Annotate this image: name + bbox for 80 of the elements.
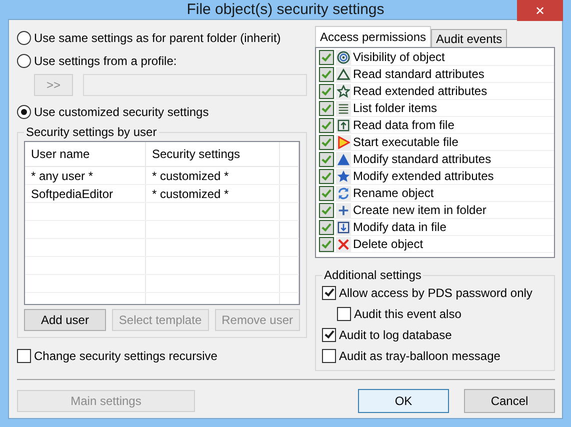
- profile-field[interactable]: [83, 74, 307, 96]
- permission-item[interactable]: Modify standard attributes: [319, 151, 554, 168]
- checkbox[interactable]: [322, 328, 336, 342]
- list-icon: [337, 102, 350, 114]
- permission-label: Read data from file: [353, 118, 454, 132]
- dialog-button[interactable]: OK: [358, 389, 449, 413]
- checkbox[interactable]: [319, 168, 334, 184]
- checkbox[interactable]: [319, 50, 334, 64]
- radio-button[interactable]: [17, 104, 31, 118]
- checkbox[interactable]: [319, 152, 334, 166]
- triangle-icon: [337, 152, 350, 166]
- checkbox[interactable]: [319, 134, 334, 150]
- permission-item[interactable]: Visibility of object: [319, 49, 554, 66]
- radio-button[interactable]: [17, 54, 31, 68]
- radio-button[interactable]: [17, 30, 31, 44]
- table-cell: * customized *: [146, 185, 280, 202]
- checkbox-option[interactable]: Audit this event also: [322, 303, 548, 324]
- close-button[interactable]: ✕: [517, 0, 563, 21]
- play-icon: [337, 136, 350, 148]
- table-cell: * any user *: [25, 167, 146, 184]
- group-title: Additional settings: [323, 268, 422, 282]
- checkbox[interactable]: [319, 118, 334, 132]
- permission-label: Start executable file: [353, 135, 458, 149]
- permission-label: Read standard attributes: [353, 67, 484, 81]
- permission-label: Delete object: [353, 237, 424, 251]
- delete-icon: [337, 238, 350, 250]
- radio-option[interactable]: Use settings from a profile:: [17, 49, 307, 72]
- permission-item[interactable]: Modify data in file: [319, 219, 554, 236]
- radio-option[interactable]: Use customized security settings: [17, 100, 307, 123]
- permission-label: Rename object: [353, 186, 434, 200]
- permission-label: Modify data in file: [353, 220, 446, 234]
- table-cell: SoftpediaEditor: [25, 185, 146, 202]
- checkbox[interactable]: [319, 236, 334, 252]
- permission-item[interactable]: List folder items: [319, 100, 554, 117]
- permission-item[interactable]: Delete object: [319, 236, 554, 253]
- group-title: Security settings by user: [25, 125, 158, 139]
- checkbox[interactable]: [319, 66, 334, 82]
- permission-item[interactable]: Rename object: [319, 185, 554, 202]
- checkbox-option[interactable]: Allow access by PDS password only: [322, 282, 548, 303]
- permission-item[interactable]: Read standard attributes: [319, 66, 554, 83]
- column-header[interactable]: User name: [25, 142, 146, 166]
- checkbox[interactable]: [319, 220, 334, 234]
- permission-item[interactable]: Modify extended attributes: [319, 168, 554, 185]
- target-icon: [337, 50, 350, 64]
- permission-item[interactable]: Read data from file: [319, 117, 554, 134]
- permission-label: Create new item in folder: [353, 203, 486, 217]
- upload-icon: [337, 118, 350, 132]
- permission-item[interactable]: Read extended attributes: [319, 83, 554, 100]
- permission-label: Read extended attributes: [353, 84, 488, 98]
- checkbox[interactable]: [319, 186, 334, 200]
- star-icon: [337, 170, 350, 182]
- dialog-button[interactable]: Cancel: [464, 389, 555, 413]
- checkbox-option[interactable]: Change security settings recursive: [17, 344, 307, 367]
- refresh-icon: [337, 186, 350, 200]
- permission-label: List folder items: [353, 101, 438, 115]
- permission-item[interactable]: Start executable file: [319, 134, 554, 151]
- tab[interactable]: Access permissions: [315, 26, 432, 47]
- star-icon: [337, 84, 350, 98]
- table-cell: * customized *: [146, 167, 280, 184]
- checkbox[interactable]: [319, 202, 334, 218]
- checkbox-option[interactable]: Audit to log database: [322, 324, 548, 345]
- window-title: File object(s) security settings: [186, 1, 384, 18]
- action-button[interactable]: Add user: [24, 309, 106, 331]
- permission-label: Modify standard attributes: [353, 152, 492, 166]
- checkbox-option[interactable]: Audit as tray-balloon message: [322, 345, 548, 366]
- checkbox[interactable]: [319, 84, 334, 98]
- checkbox[interactable]: [337, 306, 351, 320]
- plus-icon: [337, 204, 350, 216]
- checkbox[interactable]: [319, 100, 334, 116]
- permission-label: Visibility of object: [353, 50, 445, 64]
- permission-label: Modify extended attributes: [353, 169, 494, 183]
- checkbox[interactable]: [322, 286, 336, 300]
- checkbox[interactable]: [17, 348, 31, 362]
- column-header[interactable]: Security settings: [146, 142, 280, 166]
- permission-item[interactable]: Create new item in folder: [319, 202, 554, 219]
- checkbox[interactable]: [322, 348, 336, 362]
- download-icon: [337, 220, 350, 234]
- triangle-icon: [337, 68, 350, 80]
- tab[interactable]: Audit events: [431, 29, 508, 47]
- radio-option[interactable]: Use same settings as for parent folder (inherit): [17, 26, 307, 49]
